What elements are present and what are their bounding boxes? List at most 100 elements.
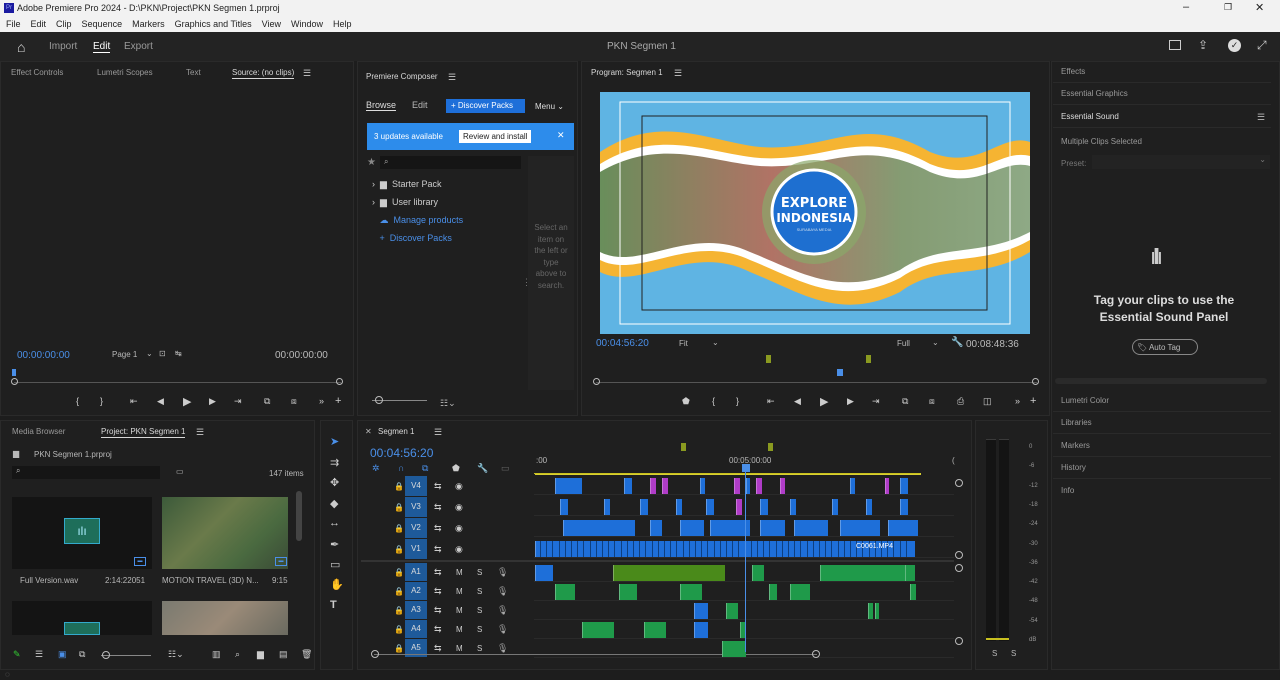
vertical-scroll-video-end[interactable] [955,551,963,559]
timeline-clip[interactable] [555,478,582,494]
new-bin-icon[interactable]: ▆ [257,649,264,660]
freeform-view-icon[interactable]: ⧉ [79,649,85,660]
more-icon[interactable]: » [319,396,324,406]
mute-button[interactable]: M [456,568,463,577]
star-icon[interactable]: ★ [367,157,376,168]
timeline-clip[interactable] [820,565,906,581]
lumetri-color-section[interactable]: Lumetri Color [1053,390,1271,412]
page-select[interactable]: Page 1 [112,350,137,359]
share-icon[interactable]: ⇪ [1198,38,1208,52]
mark-in-icon[interactable]: { [76,396,79,406]
sort-icon[interactable]: ☷⌄ [168,649,184,660]
timeline-clip[interactable] [535,565,553,581]
right-scrollbar[interactable] [1055,378,1267,384]
mute-button[interactable]: M [456,625,463,634]
menu-button[interactable]: Menu ⌄ [530,99,574,113]
tab-lumetri-scopes[interactable]: Lumetri Scopes [97,68,153,77]
mark-out-icon[interactable]: } [736,396,739,406]
selection-tool-icon[interactable]: ➤ [330,435,339,448]
menu-item-window[interactable]: Window [291,19,323,29]
close-sequence-icon[interactable]: ✕ [365,427,372,436]
timeline-clip[interactable] [832,499,838,515]
mic-icon[interactable]: 🎙 [497,605,508,616]
timeline-clip[interactable] [760,520,785,536]
timeline-clip[interactable] [694,622,708,638]
hand-tool-icon[interactable]: ✋ [330,578,344,591]
libraries-section[interactable]: Libraries [1053,412,1271,434]
lock-icon[interactable]: 🔒 [394,568,404,577]
program-timecode[interactable]: 00:04:56:20 [596,338,649,349]
mark-out-icon[interactable]: } [100,396,103,406]
timeline-clip[interactable] [706,499,714,515]
lock-icon[interactable]: 🔒 [394,625,404,634]
sync-lock-icon[interactable]: ⇆ [434,643,442,654]
list-item-discover-packs[interactable]: + Discover Packs [372,233,522,251]
track-target-a3[interactable]: A3 [405,601,427,619]
go-to-in-icon[interactable]: ⇤ [130,396,138,407]
info-section[interactable]: Info [1053,480,1271,502]
timeline-clip[interactable] [769,584,777,600]
tab-project[interactable]: Project: PKN Segmen 1 [101,427,186,438]
video-frame[interactable]: EXPLORE INDONESIA SURABAYA MEDIA [600,92,1030,334]
camera-icon[interactable]: ⎙ [957,396,964,407]
vertical-scroll-audio-end[interactable] [955,637,963,645]
view-options-icon[interactable]: ☷⌄ [440,398,456,409]
add-marker-icon[interactable]: ⬟ [452,463,460,474]
program-scrubber[interactable] [596,382,1037,383]
settings-wrench-icon[interactable]: 🔧 [477,463,488,474]
effects-section[interactable]: Effects [1053,61,1271,83]
menu-item-clip[interactable]: Clip [56,19,72,29]
timeline-clip[interactable] [582,622,614,638]
extract-icon[interactable]: ⧈ [929,396,935,407]
safe-margins-icon[interactable]: ⊡ [159,349,166,358]
solo-button[interactable]: S [477,568,482,577]
panel-menu-icon[interactable]: ☰ [303,68,311,78]
discover-packs-button[interactable]: + Discover Packs [446,99,525,113]
list-item-user-library[interactable]: › ▆ User library [372,197,522,215]
list-item-manage-products[interactable]: ☁ Manage products [372,215,522,233]
drag-handle-icon[interactable]: ⋮ [522,277,531,288]
lock-icon[interactable]: 🔒 [394,503,404,512]
zoom-slider-handle[interactable] [375,396,383,404]
lift-icon[interactable]: ⧉ [902,396,908,407]
vertical-scroll-audio[interactable] [955,564,963,572]
close-banner-icon[interactable]: ✕ [557,130,565,141]
track-target-v4[interactable]: V4 [405,476,427,496]
timeline-clip[interactable] [794,520,828,536]
quality-select[interactable]: Full [897,339,910,348]
home-icon[interactable]: ⌂ [17,39,25,55]
project-scrollbar[interactable] [296,491,302,541]
source-playhead[interactable] [12,369,16,376]
timeline-clip[interactable] [604,499,610,515]
nest-icon[interactable]: ✲ [372,463,380,474]
compare-icon[interactable]: ◫ [983,396,992,407]
menu-item-view[interactable]: View [262,19,281,29]
mic-icon[interactable]: 🎙 [497,643,508,654]
lock-icon[interactable]: 🔒 [394,606,404,615]
menu-item-edit[interactable]: Edit [31,19,47,29]
panel-menu-icon[interactable]: ☰ [674,68,682,78]
mute-button[interactable]: M [456,587,463,596]
timeline-clip[interactable] [866,499,872,515]
step-back-icon[interactable]: ◀ [157,396,164,407]
mute-button[interactable]: M [456,606,463,615]
lock-icon[interactable]: 🔒 [394,587,404,596]
pen-tool-icon[interactable]: ✒ [330,538,339,551]
edit-tab[interactable]: Edit [93,41,111,53]
mute-button[interactable]: M [456,644,463,653]
composer-search-input[interactable]: ⌕ [380,156,521,169]
settings-icon[interactable]: ↹ [175,349,182,358]
timeline-clip[interactable] [900,499,908,515]
fit-select[interactable]: Fit [679,339,688,348]
solo-left-button[interactable]: S [992,649,997,658]
timeline-clip[interactable] [790,584,810,600]
new-bin-icon[interactable]: ▭ [176,467,184,476]
sync-lock-icon[interactable]: ⇆ [434,481,442,492]
scrubber-start-handle[interactable] [11,378,18,385]
timeline-clip[interactable] [650,478,656,494]
new-item-icon[interactable]: ▤ [279,649,288,660]
sync-lock-icon[interactable]: ⇆ [434,567,442,578]
timeline-clip[interactable] [910,584,916,600]
overwrite-icon[interactable]: ⧈ [291,396,297,407]
timeline-playhead-head[interactable] [742,464,750,472]
